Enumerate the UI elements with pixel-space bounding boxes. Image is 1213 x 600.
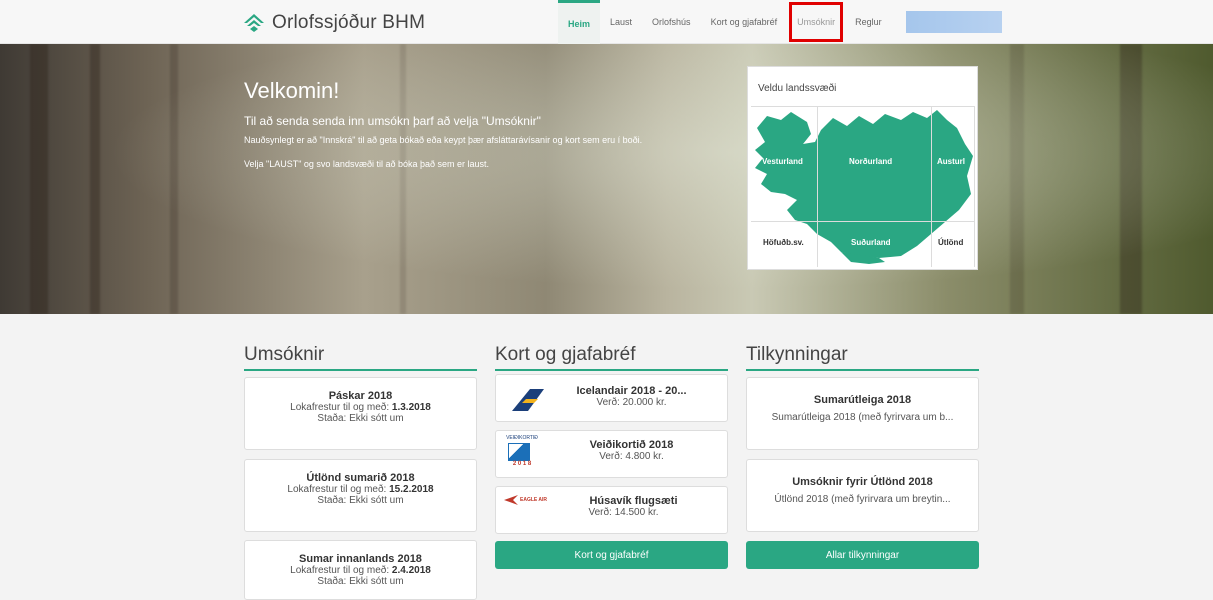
umsokn-card[interactable]: Sumar innanlands 2018 Lokafrestur til og… xyxy=(244,540,477,600)
nav-heim[interactable]: Heim xyxy=(558,0,601,44)
logo-text: Orlofssjóður BHM xyxy=(272,12,426,33)
grid-divider xyxy=(931,106,932,267)
umsoknir-column: Umsóknir Páskar 2018 Lokafrestur til og … xyxy=(244,344,477,600)
veidikort-graphic xyxy=(508,443,530,461)
tilkynning-text: Útlönd 2018 (með fyrirvara um breytin... xyxy=(774,494,951,505)
umsokn-card[interactable]: Útlönd sumarið 2018 Lokafrestur til og m… xyxy=(244,459,477,532)
region-hofudborgarsvaedi[interactable]: Höfuðb.sv. xyxy=(763,238,804,247)
umsokn-status: Staða: Ekki sótt um xyxy=(317,413,404,424)
region-nordurland[interactable]: Norðurland xyxy=(849,157,892,166)
umsoknir-heading: Umsóknir xyxy=(244,344,477,371)
grid-divider xyxy=(974,106,975,267)
kort-heading: Kort og gjafabréf xyxy=(495,344,728,371)
tilkynning-card[interactable]: Sumarútleiga 2018 Sumarútleiga 2018 (með… xyxy=(746,377,979,450)
user-login-area[interactable] xyxy=(905,11,1002,33)
hero-banner: Velkomin! Til að senda senda inn umsókn … xyxy=(0,44,1213,314)
hero-subtitle: Til að senda senda inn umsókn þarf að ve… xyxy=(244,114,541,128)
hero-title: Velkomin! xyxy=(244,78,340,103)
grid-divider xyxy=(817,106,818,267)
kort-column: Kort og gjafabréf Icelandair 2018 - 20..… xyxy=(495,344,728,569)
kort-card[interactable]: VEIÐIKORTIÐ 2 0 1 8 Veiðikortið 2018 Ver… xyxy=(495,430,728,478)
umsokn-deadline: Lokafrestur til og með: 2.4.2018 xyxy=(290,565,431,576)
umsokn-card[interactable]: Páskar 2018 Lokafrestur til og með: 1.3.… xyxy=(244,377,477,450)
hero-note-login: Nauðsynlegt er að "Innskrá" til að geta … xyxy=(244,135,643,145)
nav-reglur[interactable]: Reglur xyxy=(845,0,892,44)
tilkynningar-column: Tilkynningar Sumarútleiga 2018 Sumarútle… xyxy=(746,344,979,569)
tilkynning-card[interactable]: Umsóknir fyrir Útlönd 2018 Útlönd 2018 (… xyxy=(746,459,979,532)
umsokn-title: Sumar innanlands 2018 xyxy=(299,553,422,565)
hero-text: Velkomin! Til að senda senda inn umsókn … xyxy=(244,78,734,182)
top-header: Orlofssjóður BHM Heim Laust Orlofshús Ko… xyxy=(0,0,1213,44)
allar-tilkynningar-button[interactable]: Allar tilkynningar xyxy=(746,541,979,569)
nav-kort-og-gjafabref[interactable]: Kort og gjafabréf xyxy=(701,0,788,44)
nav-orlofshus[interactable]: Orlofshús xyxy=(642,0,701,44)
iceland-map[interactable]: Vesturland Norðurland Austurl Höfuðb.sv.… xyxy=(751,106,975,267)
nav-laust[interactable]: Laust xyxy=(600,0,642,44)
umsokn-status: Staða: Ekki sótt um xyxy=(317,495,404,506)
veidikort-logo-icon: VEIÐIKORTIÐ 2 0 1 8 xyxy=(504,435,540,475)
umsokn-title: Útlönd sumarið 2018 xyxy=(306,472,415,484)
kort-card[interactable]: Icelandair 2018 - 20... Verð: 20.000 kr. xyxy=(495,374,728,422)
nav-umsoknir[interactable]: Umsóknir xyxy=(787,0,845,44)
region-vesturland[interactable]: Vesturland xyxy=(762,157,803,166)
umsokn-deadline: Lokafrestur til og með: 1.3.2018 xyxy=(290,402,431,413)
tilkynningar-heading: Tilkynningar xyxy=(746,344,979,371)
region-sudurland[interactable]: Suðurland xyxy=(851,238,891,247)
main-nav: Heim Laust Orlofshús Kort og gjafabréf U… xyxy=(558,0,1002,44)
house-logo-icon xyxy=(244,14,264,32)
region-austurland[interactable]: Austurl xyxy=(937,157,965,166)
grid-divider xyxy=(751,106,975,107)
umsokn-title: Páskar 2018 xyxy=(328,390,393,402)
eagle-air-logo-text: EAGLE AIR xyxy=(520,497,548,503)
region-map-card: Veldu landssvæði Vesturland Norðurland A… xyxy=(747,66,978,270)
kort-card[interactable]: EAGLE AIR Húsavík flugsæti Verð: 14.500 … xyxy=(495,486,728,534)
kort-price: Verð: 14.500 kr. xyxy=(588,507,659,518)
grid-divider xyxy=(751,221,975,222)
region-utlond[interactable]: Útlönd xyxy=(938,238,963,247)
kort-og-gjafabref-button[interactable]: Kort og gjafabréf xyxy=(495,541,728,569)
icelandair-logo-icon xyxy=(512,389,544,411)
umsokn-status: Staða: Ekki sótt um xyxy=(317,576,404,587)
tilkynning-title: Umsóknir fyrir Útlönd 2018 xyxy=(792,476,933,488)
veidikort-logo-year: 2 0 1 8 xyxy=(512,461,532,467)
tilkynning-text: Sumarútleiga 2018 (með fyrirvara um b... xyxy=(771,412,954,423)
site-logo[interactable]: Orlofssjóður BHM xyxy=(242,12,425,34)
tilkynning-title: Sumarútleiga 2018 xyxy=(813,394,912,406)
hero-note-laust: Velja "LAUST" og svo landsvæði til að bó… xyxy=(244,159,490,169)
veidikort-logo-text: VEIÐIKORTIÐ xyxy=(506,435,538,441)
map-title: Veldu landssvæði xyxy=(758,83,837,94)
eagle-air-logo-icon: EAGLE AIR xyxy=(504,493,554,507)
eagle-icon xyxy=(504,495,518,505)
umsokn-deadline: Lokafrestur til og með: 15.2.2018 xyxy=(287,484,434,495)
